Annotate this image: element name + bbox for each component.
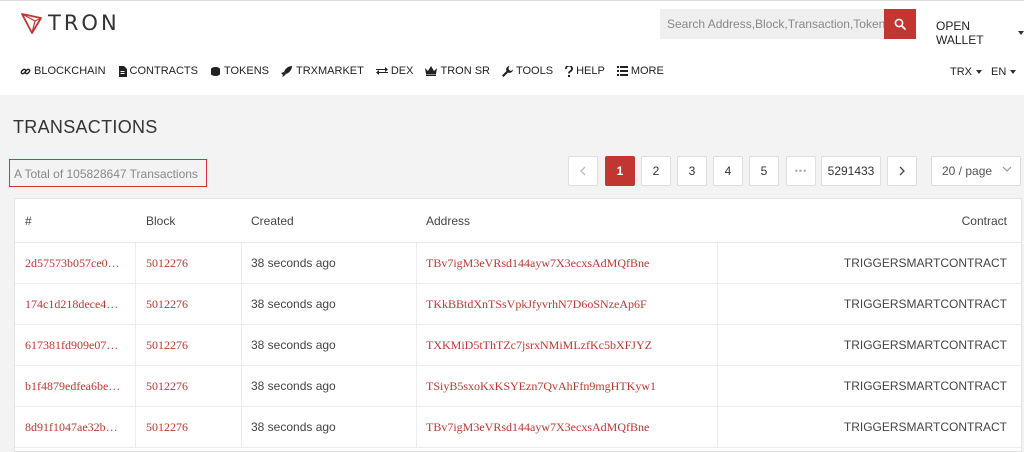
page-size-value: 20 / page <box>942 164 993 178</box>
search-icon <box>894 18 906 30</box>
transaction-hash-link[interactable]: 617381fd909e07… <box>25 325 133 366</box>
nav-label: DEX <box>390 65 414 77</box>
page-button-2[interactable]: 2 <box>641 156 671 186</box>
nav-item-more[interactable]: MORE <box>616 65 664 77</box>
nav-item-blockchain[interactable]: BLOCKCHAIN <box>20 65 106 77</box>
page-button-4[interactable]: 4 <box>713 156 743 186</box>
transaction-hash-link[interactable]: 174c1d218dece4… <box>25 284 133 325</box>
next-page-button[interactable] <box>887 156 917 186</box>
chevron-right-icon <box>899 166 905 176</box>
document-icon <box>118 65 127 77</box>
currency-dropdown[interactable]: TRX <box>950 66 982 78</box>
page-button-last[interactable]: 5291433 <box>821 156 881 186</box>
created-time: 38 seconds ago <box>251 338 336 352</box>
address-link[interactable]: TBv7igM3eVRsd144ayw7X3ecxsAdMQfBne <box>426 407 649 448</box>
tron-logo-icon <box>21 13 42 34</box>
created-time: 38 seconds ago <box>251 256 336 270</box>
nav-label: TRXMARKET <box>296 65 364 77</box>
link-icon <box>20 68 31 74</box>
nav-label: TRON SR <box>440 65 490 77</box>
table-row: 617381fd909e07… 5012276 38 seconds ago T… <box>15 325 1021 366</box>
language-dropdown[interactable]: EN <box>991 66 1017 78</box>
previous-page-button[interactable] <box>568 156 598 186</box>
contract-type: TRIGGERSMARTCONTRACT <box>843 297 1007 311</box>
list-icon <box>616 66 628 76</box>
contract-type: TRIGGERSMARTCONTRACT <box>843 338 1007 352</box>
nav-item-tokens[interactable]: TOKENS <box>210 65 269 77</box>
transaction-hash-link[interactable]: 2d57573b057ce0… <box>25 243 133 284</box>
address-link[interactable]: TKkBBtdXnTSsVpkJfyvrhN7D6oSNzeAp6F <box>426 284 647 325</box>
tron-logo[interactable]: TRON <box>20 11 120 35</box>
nav-item-dex[interactable]: DEX <box>375 65 414 77</box>
nav-label: TOOLS <box>515 65 554 77</box>
transaction-hash-link[interactable]: 8d91f1047ae32b… <box>25 407 133 448</box>
currency-label: TRX <box>950 66 972 78</box>
search-bar <box>660 9 916 39</box>
block-link[interactable]: 5012276 <box>146 325 188 366</box>
nav-label: CONTRACTS <box>129 65 198 77</box>
chevron-down-icon <box>1002 166 1012 172</box>
table-row: 174c1d218dece4… 5012276 38 seconds ago T… <box>15 284 1021 325</box>
logo-text: TRON <box>48 11 120 35</box>
nav-item-trxmarket[interactable]: TRXMARKET <box>281 65 364 77</box>
nav-item-contracts[interactable]: CONTRACTS <box>118 65 198 77</box>
table-header: # Block Created Address Contract <box>15 199 1021 243</box>
page-ellipsis[interactable]: ••• <box>786 156 816 186</box>
created-time: 38 seconds ago <box>251 297 336 311</box>
chevron-down-icon <box>1018 31 1024 35</box>
nav-label: HELP <box>576 65 605 77</box>
nav-item-tools[interactable]: TOOLS <box>501 65 554 77</box>
contract-type: TRIGGERSMARTCONTRACT <box>843 379 1007 393</box>
column-header-hash: # <box>25 214 32 228</box>
transactions-table: # Block Created Address Contract 2d57573… <box>14 198 1022 452</box>
rocket-icon <box>281 65 293 77</box>
table-row: b1f4879edfea6be… 5012276 38 seconds ago … <box>15 366 1021 407</box>
chevron-down-icon <box>1010 70 1017 74</box>
nav-item-tron-sr[interactable]: TRON SR <box>425 65 490 77</box>
page-size-select[interactable]: 20 / page <box>931 156 1021 186</box>
page-title: TRANSACTIONS <box>13 117 158 137</box>
block-link[interactable]: 5012276 <box>146 243 188 284</box>
page-button-1[interactable]: 1 <box>605 156 635 186</box>
total-transactions: A Total of 105828647 Transactions <box>9 159 207 187</box>
exchange-icon <box>375 67 388 75</box>
nav-item-help[interactable]: HELP <box>565 65 605 77</box>
address-link[interactable]: TXKMiD5tThTZc7jsrxNMiMLzfKc5bXFJYZ <box>426 325 652 366</box>
created-time: 38 seconds ago <box>251 420 336 434</box>
nav-label: MORE <box>630 65 664 77</box>
address-link[interactable]: TBv7igM3eVRsd144ayw7X3ecxsAdMQfBne <box>426 243 649 284</box>
address-link[interactable]: TSiyB5sxoKxKSYEzn7QvAhFfn9mgHTKyw1 <box>426 366 656 407</box>
nav-label: TOKENS <box>223 65 270 77</box>
crown-icon <box>425 66 438 76</box>
table-row: 8d91f1047ae32b… 5012276 38 seconds ago T… <box>15 407 1021 448</box>
column-header-address: Address <box>426 214 471 228</box>
nav-label: BLOCKCHAIN <box>34 65 106 77</box>
contract-type: TRIGGERSMARTCONTRACT <box>843 256 1007 270</box>
coins-icon <box>210 66 220 76</box>
created-time: 38 seconds ago <box>251 379 336 393</box>
language-label: EN <box>991 66 1007 78</box>
main-nav: BLOCKCHAIN CONTRACTS TOKENS TRXMARKET DE… <box>20 65 676 77</box>
transaction-hash-link[interactable]: b1f4879edfea6be… <box>25 366 133 407</box>
question-icon <box>565 65 573 77</box>
top-header: TRON OPEN WALLET BLOCKCHAIN CONTRACTS TO… <box>0 0 1024 95</box>
column-header-block: Block <box>146 214 176 228</box>
wrench-icon <box>501 65 513 77</box>
contract-type: TRIGGERSMARTCONTRACT <box>843 420 1007 434</box>
open-wallet-label: OPEN WALLET <box>936 19 984 47</box>
block-link[interactable]: 5012276 <box>146 284 188 325</box>
block-link[interactable]: 5012276 <box>146 407 188 448</box>
page-button-5[interactable]: 5 <box>749 156 779 186</box>
column-header-contract: Contract <box>961 214 1007 228</box>
chevron-left-icon <box>580 166 586 176</box>
search-input[interactable] <box>660 9 884 39</box>
search-button[interactable] <box>884 9 916 39</box>
table-row: 2d57573b057ce0… 5012276 38 seconds ago T… <box>15 243 1021 284</box>
block-link[interactable]: 5012276 <box>146 366 188 407</box>
column-header-created: Created <box>251 214 294 228</box>
page-button-3[interactable]: 3 <box>677 156 707 186</box>
open-wallet-dropdown[interactable]: OPEN WALLET <box>936 19 1024 47</box>
chevron-down-icon <box>976 70 982 74</box>
